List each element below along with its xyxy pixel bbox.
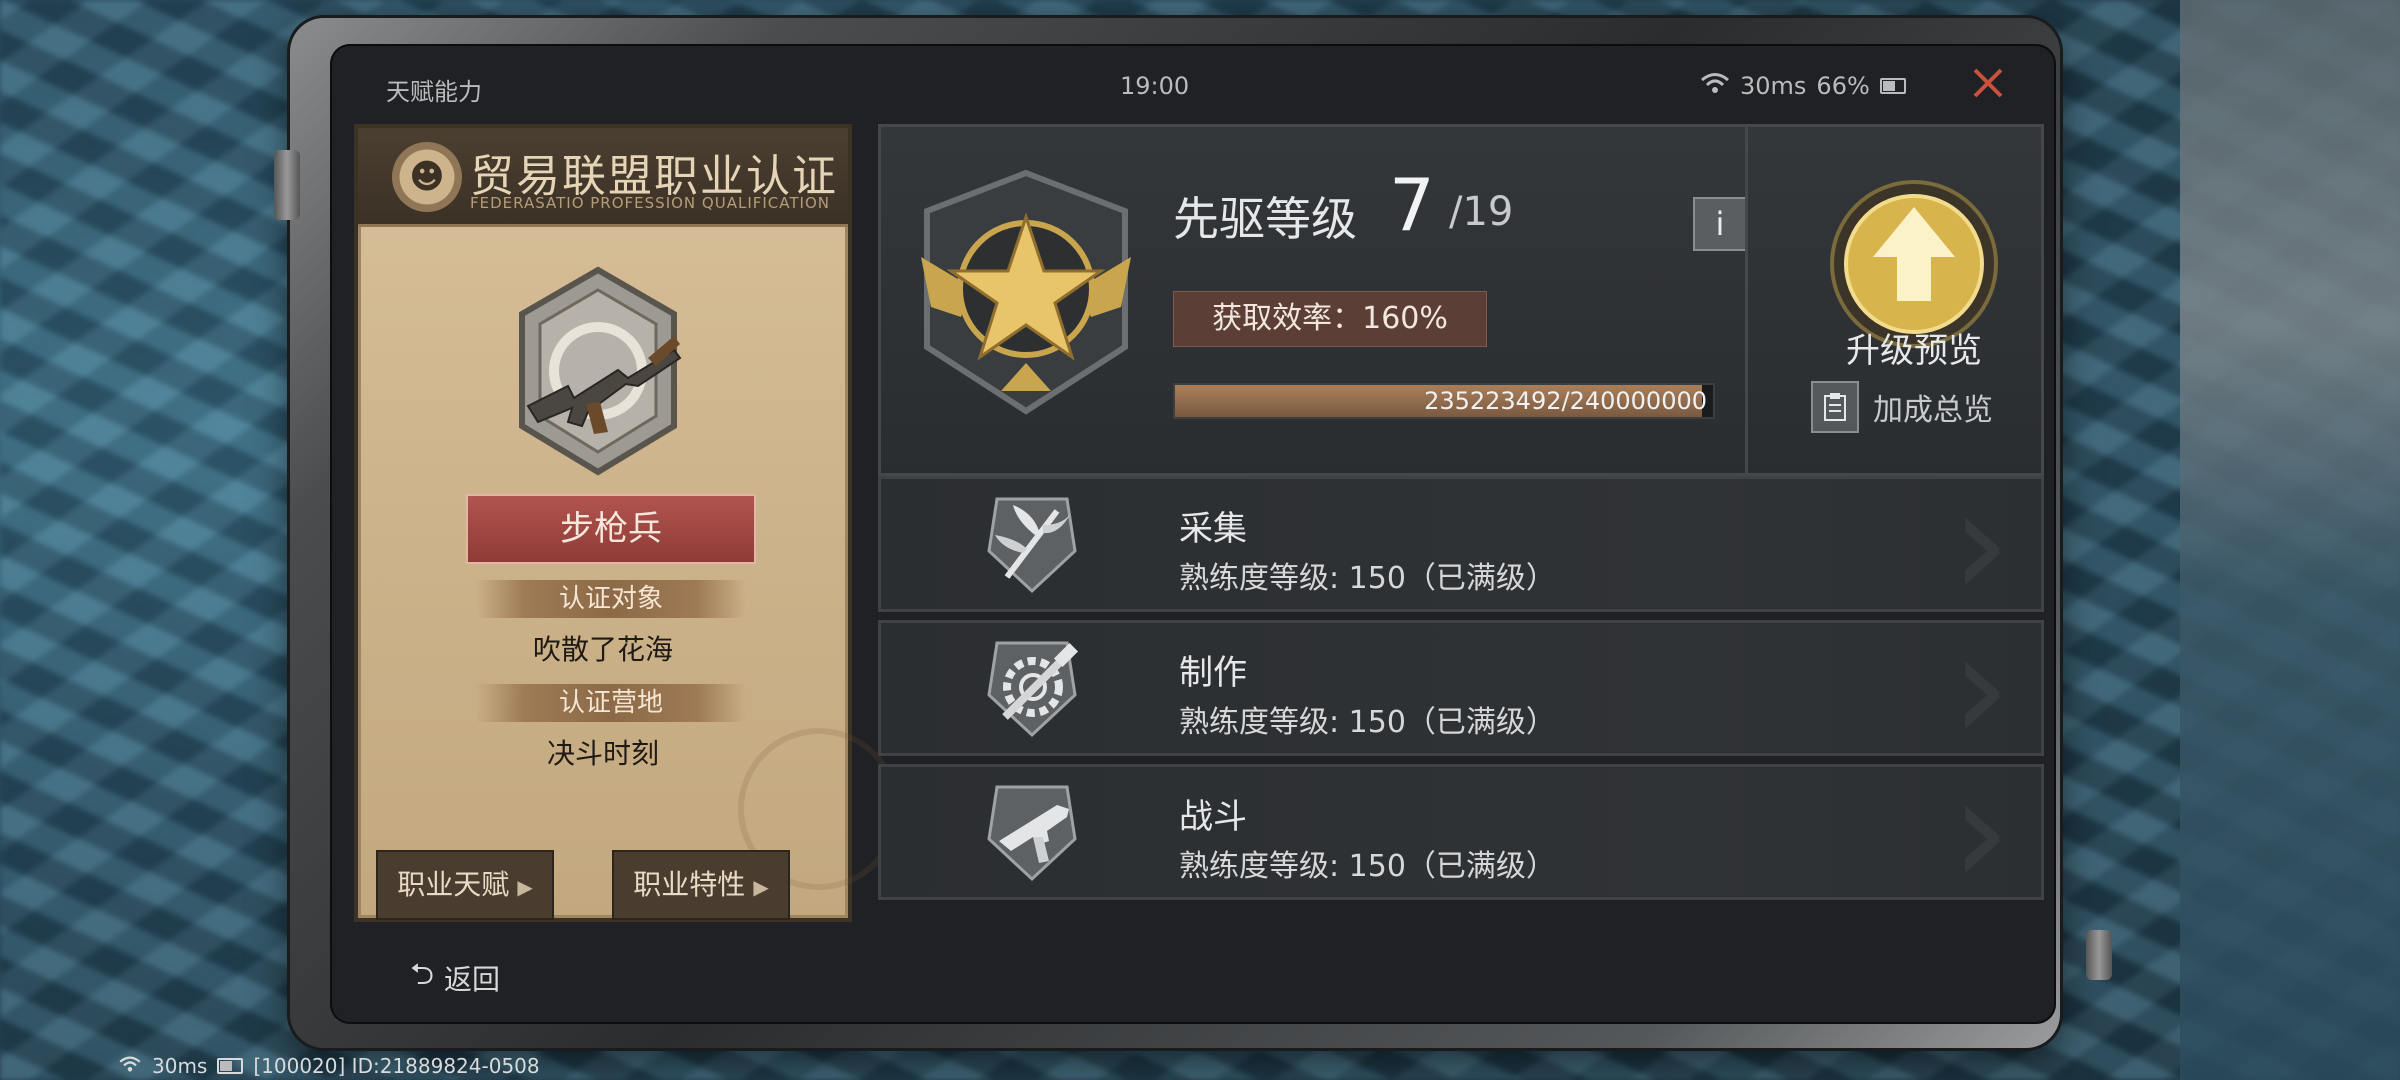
frame-clip-left [274, 150, 300, 220]
panel-divider [1745, 127, 1748, 473]
target-label: 认证对象 [476, 580, 746, 618]
skill-row-gather[interactable]: › 采集 熟练度等级: 150（已满级） [878, 476, 2044, 612]
info-button[interactable]: i [1693, 197, 1747, 251]
wifi-icon [1700, 71, 1730, 101]
target-value: 吹散了花海 [532, 633, 673, 666]
pioneer-rank-panel: 先驱等级 7 /19 i 获取效率：160% 235223492/2400000… [878, 124, 2044, 476]
skill-name: 采集 [1179, 509, 1247, 549]
skill-row-combat[interactable]: › 战斗 熟练度等级: 150（已满级） [878, 764, 2044, 900]
back-button[interactable]: ⮌ 返回 [410, 952, 500, 1003]
rank-medal-icon [921, 169, 1131, 415]
profession-talent-label: 职业天赋 [397, 868, 510, 901]
wifi-icon [118, 1054, 142, 1078]
skill-level: 熟练度等级: 150（已满级） [1179, 561, 1556, 596]
rifle-class-icon [519, 266, 682, 476]
info-icon: i [1715, 205, 1725, 243]
status-bar: 天赋能力 19:00 30ms 66% [330, 44, 2056, 134]
footer-status: 30ms [100020] ID:21889824-0508 [118, 1054, 540, 1078]
clipboard-icon [1811, 381, 1859, 433]
chevron-right-icon: › [1951, 764, 2011, 900]
battery-icon [217, 1058, 244, 1074]
close-icon [1973, 68, 2003, 98]
gather-icon [987, 497, 1077, 594]
camp-label: 认证营地 [476, 684, 746, 722]
profession-talent-button[interactable]: 职业天赋 ▶ [376, 850, 554, 920]
upgrade-preview-label: 升级预览 [1846, 331, 1982, 371]
chevron-right-icon: ▶ [753, 875, 769, 899]
back-label: 返回 [444, 962, 501, 996]
background-wall [2180, 0, 2400, 1080]
efficiency-badge: 获取效率：160% [1173, 291, 1487, 347]
certificate-header: ☻ 贸易联盟职业认证 FEDERASATIO PROFESSION QUALIF… [358, 128, 848, 227]
skill-row-craft[interactable]: › 制作 熟练度等级: 150（已满级） [878, 620, 2044, 756]
rank-name: 先驱等级 [1173, 192, 1357, 246]
footer-ping: 30ms [152, 1054, 208, 1078]
skill-level: 熟练度等级: 150（已满级） [1179, 849, 1556, 884]
federation-emblem-icon: ☻ [392, 142, 462, 212]
certificate-panel: ☻ 贸易联盟职业认证 FEDERASATIO PROFESSION QUALIF… [354, 124, 900, 922]
skill-name: 制作 [1179, 653, 1247, 693]
network-status: 30ms 66% [1700, 70, 1906, 102]
screen-title: 天赋能力 [386, 78, 482, 106]
device-screen: 天赋能力 19:00 30ms 66% ☻ 贸易联盟职业认证 FEDERASAT… [330, 44, 2056, 1024]
combat-icon [987, 785, 1077, 882]
return-icon: ⮌ [410, 957, 435, 992]
experience-progress-bar: 235223492/240000000 [1173, 383, 1715, 419]
battery-icon [1879, 78, 1906, 94]
battery-value: 66% [1816, 72, 1870, 100]
class-name-label: 步枪兵 [466, 494, 756, 564]
rank-level: 7 [1389, 163, 1435, 247]
bonus-overview-label: 加成总览 [1873, 393, 1993, 428]
experience-progress-text: 235223492/240000000 [1424, 387, 1707, 415]
chevron-right-icon: › [1951, 620, 2011, 756]
skill-level: 熟练度等级: 150（已满级） [1179, 705, 1556, 740]
rank-max-level: /19 [1449, 189, 1514, 235]
bonus-overview-button[interactable]: 加成总览 [1811, 381, 1993, 433]
profession-traits-button[interactable]: 职业特性 ▶ [612, 850, 790, 920]
chevron-right-icon: › [1951, 476, 2011, 612]
skill-name: 战斗 [1179, 797, 1247, 837]
frame-clip-right [2086, 930, 2112, 980]
profession-traits-label: 职业特性 [633, 868, 746, 901]
craft-icon [987, 641, 1079, 738]
certificate-subtitle: FEDERASATIO PROFESSION QUALIFICATION [470, 194, 830, 212]
chevron-right-icon: ▶ [517, 875, 533, 899]
clock: 19:00 [1120, 72, 1190, 100]
close-button[interactable] [1968, 66, 2008, 106]
ping-value: 30ms [1740, 72, 1807, 100]
server-id: [100020] ID:21889824-0508 [253, 1054, 540, 1078]
camp-value: 决斗时刻 [546, 737, 659, 770]
